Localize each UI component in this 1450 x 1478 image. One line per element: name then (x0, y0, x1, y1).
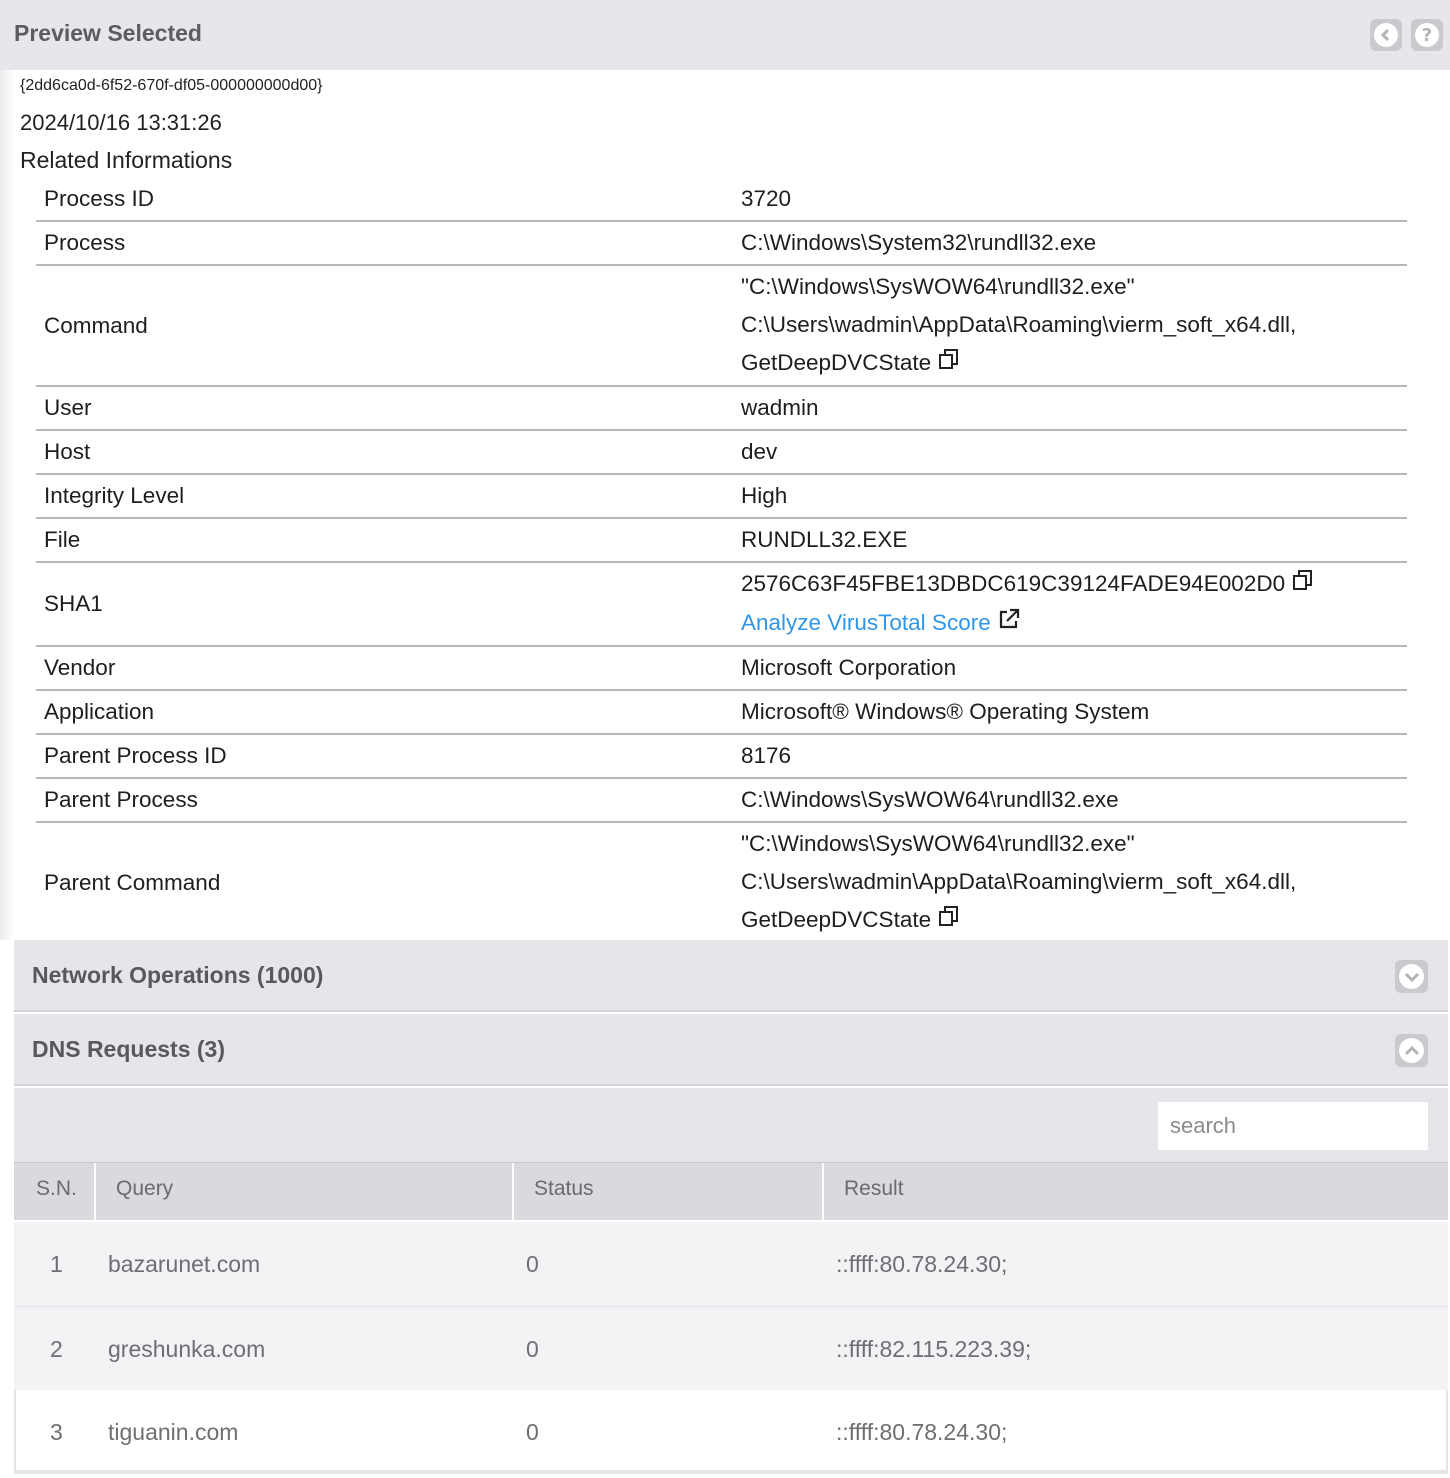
info-key: File (36, 518, 741, 564)
dns-collapse-button[interactable] (1395, 1034, 1428, 1067)
parent-command-line-3-wrap: GetDeepDVCState (741, 901, 1407, 940)
info-key: Host (36, 430, 741, 476)
info-row-vendor: Vendor Microsoft Corporation (36, 646, 1407, 692)
info-row-application: Application Microsoft® Windows® Operatin… (36, 690, 1407, 736)
chevron-left-icon (1374, 23, 1398, 47)
info-value: RUNDLL32.EXE (741, 518, 1407, 564)
column-header-result[interactable]: Result (844, 1163, 904, 1221)
left-edge-shadow (0, 70, 14, 940)
virustotal-link[interactable]: Analyze VirusTotal Score (741, 610, 991, 635)
column-header-query[interactable]: Query (116, 1163, 173, 1221)
info-row-sha1: SHA1 2576C63F45FBE13DBDC619C39124FADE94E… (36, 562, 1407, 648)
row-result: ::ffff:80.78.24.30; (836, 1419, 1008, 1445)
chevron-down-icon (1399, 964, 1424, 989)
info-row-file: File RUNDLL32.EXE (36, 518, 1407, 564)
table-row[interactable]: 2 greshunka.com 0 ::ffff:82.115.223.39; (14, 1306, 1448, 1390)
info-value: C:\Windows\SysWOW64\rundll32.exe (741, 778, 1407, 824)
info-value: "C:\Windows\SysWOW64\rundll32.exe" C:\Us… (741, 265, 1407, 388)
row-sn: 3 (50, 1419, 63, 1445)
info-value: High (741, 474, 1407, 520)
external-link-icon[interactable] (997, 605, 1021, 643)
row-query: greshunka.com (108, 1336, 266, 1362)
back-button[interactable] (1370, 19, 1402, 51)
info-key: Application (36, 690, 741, 736)
info-row-integrity-level: Integrity Level High (36, 474, 1407, 520)
info-value: 3720 (741, 178, 1407, 222)
row-status: 0 (526, 1336, 539, 1362)
row-result: ::ffff:82.115.223.39; (836, 1336, 1032, 1362)
virustotal-line: Analyze VirusTotal Score (741, 604, 1407, 643)
related-info-table: Process ID 3720 Process C:\Windows\Syste… (36, 178, 1407, 945)
table-row[interactable]: 1 bazarunet.com 0 ::ffff:80.78.24.30; (14, 1222, 1448, 1306)
info-row-process: Process C:\Windows\System32\rundll32.exe (36, 221, 1407, 266)
info-row-parent-process-id: Parent Process ID 8176 (36, 734, 1407, 780)
info-key: Parent Process ID (36, 734, 741, 780)
network-operations-section[interactable]: Network Operations (1000) (14, 940, 1448, 1012)
info-row-host: Host dev (36, 430, 1407, 476)
network-operations-title: Network Operations (1000) (32, 962, 324, 988)
command-line-3: GetDeepDVCState (741, 350, 932, 375)
row-query: tiguanin.com (108, 1419, 239, 1445)
info-value: Microsoft Corporation (741, 646, 1407, 692)
column-divider (94, 1163, 96, 1221)
column-divider (822, 1163, 824, 1221)
command-line-2: C:\Users\wadmin\AppData\Roaming\vierm_so… (741, 312, 1297, 337)
column-divider (512, 1163, 514, 1221)
info-value: "C:\Windows\SysWOW64\rundll32.exe" C:\Us… (741, 822, 1407, 945)
info-value: C:\Windows\System32\rundll32.exe (741, 221, 1407, 266)
preview-header: Preview Selected ? (0, 0, 1450, 70)
column-header-status[interactable]: Status (534, 1163, 594, 1221)
info-key: Vendor (36, 646, 741, 692)
info-value: wadmin (741, 386, 1407, 432)
dns-requests-title: DNS Requests (3) (32, 1036, 225, 1062)
info-key: Process (36, 221, 741, 266)
network-expand-button[interactable] (1395, 960, 1428, 993)
preview-title: Preview Selected (14, 20, 202, 46)
row-status: 0 (526, 1251, 539, 1277)
parent-command-line-3: GetDeepDVCState (741, 907, 932, 933)
info-row-parent-process: Parent Process C:\Windows\SysWOW64\rundl… (36, 778, 1407, 824)
info-value: 2576C63F45FBE13DBDC619C39124FADE94E002D0… (741, 562, 1407, 648)
help-button[interactable]: ? (1411, 19, 1443, 51)
copy-icon[interactable] (937, 902, 961, 940)
help-icon: ? (1415, 23, 1439, 47)
row-sn: 2 (50, 1336, 63, 1362)
dns-requests-section[interactable]: DNS Requests (3) (14, 1014, 1448, 1086)
event-timestamp: 2024/10/16 13:31:26 (20, 110, 222, 135)
info-value: Microsoft® Windows® Operating System (741, 690, 1407, 736)
row-status: 0 (526, 1419, 539, 1445)
command-line-1: "C:\Windows\SysWOW64\rundll32.exe" (741, 274, 1135, 299)
column-header-sn[interactable]: S.N. (36, 1163, 77, 1221)
copy-icon[interactable] (937, 345, 961, 383)
info-value: dev (741, 430, 1407, 476)
related-heading: Related Informations (20, 147, 233, 173)
parent-command-line-1: "C:\Windows\SysWOW64\rundll32.exe" (741, 831, 1135, 857)
event-guid: {2dd6ca0d-6f52-670f-df05-000000000d00} (20, 77, 323, 94)
dns-table-header: S.N. Query Status Result (14, 1162, 1448, 1221)
info-key: Process ID (36, 178, 741, 222)
info-key: User (36, 386, 741, 432)
command-line-3-wrap: GetDeepDVCState (741, 344, 1407, 383)
row-result: ::ffff:80.78.24.30; (836, 1251, 1008, 1277)
chevron-up-icon (1399, 1038, 1424, 1063)
copy-icon[interactable] (1291, 566, 1315, 604)
info-key: SHA1 (36, 562, 741, 648)
table-row[interactable]: 3 tiguanin.com 0 ::ffff:80.78.24.30; (14, 1390, 1448, 1474)
info-row-command: Command "C:\Windows\SysWOW64\rundll32.ex… (36, 265, 1407, 388)
parent-command-line-2: C:\Users\wadmin\AppData\Roaming\vierm_so… (741, 869, 1297, 895)
info-key: Parent Process (36, 778, 741, 824)
info-key: Command (36, 265, 741, 388)
row-query: bazarunet.com (108, 1251, 261, 1277)
info-row-parent-command: Parent Command "C:\Windows\SysWOW64\rund… (36, 822, 1407, 945)
dns-search-input[interactable] (1158, 1102, 1428, 1150)
info-key: Parent Command (36, 822, 741, 945)
sha1-line: 2576C63F45FBE13DBDC619C39124FADE94E002D0 (741, 565, 1407, 604)
info-key: Integrity Level (36, 474, 741, 520)
info-value: 8176 (741, 734, 1407, 780)
row-sn: 1 (50, 1251, 63, 1277)
dns-search-bar (14, 1088, 1448, 1162)
sha1-value: 2576C63F45FBE13DBDC619C39124FADE94E002D0 (741, 571, 1286, 597)
info-row-user: User wadmin (36, 386, 1407, 432)
info-row-process-id: Process ID 3720 (36, 178, 1407, 222)
